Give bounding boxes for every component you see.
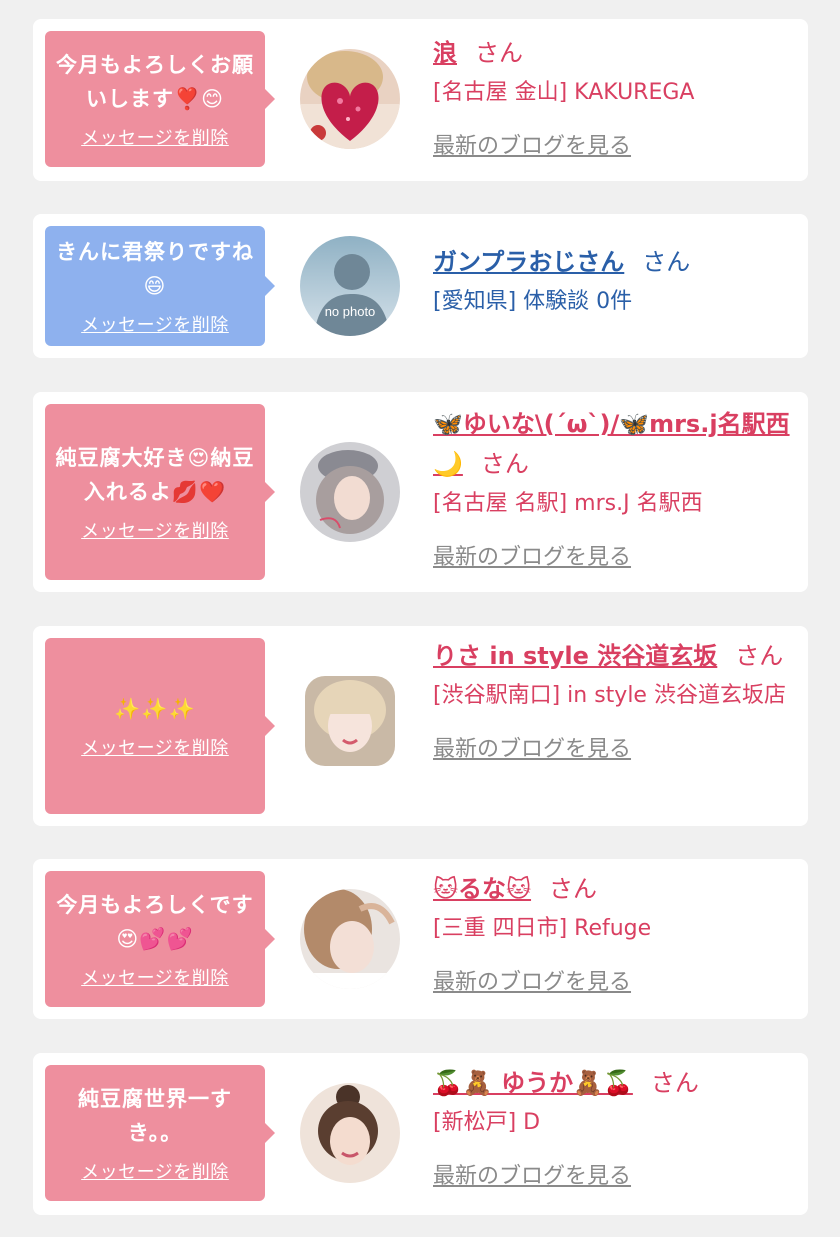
delete-message-link[interactable]: メッセージを削除 <box>81 517 229 543</box>
shop-label: [新松戸] D <box>433 1110 541 1135</box>
message-bubble: 純豆腐大好き😍納豆入れるよ💋❤️ メッセージを削除 <box>45 404 275 580</box>
shop-label: [愛知県] 体験談 0件 <box>433 289 633 314</box>
message-card: 今月もよろしくです😍💕💕 メッセージを削除 🐱るな🐱 さん [三重 四日市] Re… <box>33 859 808 1019</box>
message-bubble: 今月もよろしくお願いします❣️😊 メッセージを削除 <box>45 31 275 167</box>
avatar[interactable] <box>300 889 400 989</box>
profile-name-link[interactable]: 🍒🧸 ゆうか🧸🍒 <box>433 1069 633 1097</box>
message-card: きんに君祭りですね😄 メッセージを削除 no photo ガンプラおじさんさん <box>33 214 808 358</box>
honorific: さん <box>735 642 784 670</box>
name-line: 🦋ゆいな\(´ω`)/🦋mrs.j名駅西🌙 さん <box>433 404 790 484</box>
honorific: さん <box>642 248 691 276</box>
message-text: 純豆腐世界一すき。。 <box>78 1087 232 1145</box>
message-text: きんに君祭りですね😄 <box>56 240 254 298</box>
delete-message-link[interactable]: メッセージを削除 <box>81 964 229 990</box>
message-card: 純豆腐世界一すき。。 メッセージを削除 🍒🧸 ゆうか🧸🍒 さん [新松戸] D 最… <box>33 1053 808 1215</box>
message-text: 純豆腐大好き😍納豆入れるよ💋❤️ <box>55 446 255 504</box>
message-text: 今月もよろしくです😍💕💕 <box>56 893 254 951</box>
shop-label: [名古屋 金山] KAKUREGA <box>433 80 695 105</box>
girl-photo-icon <box>305 676 395 766</box>
girl-photo-icon <box>300 442 400 542</box>
girl-photo-icon <box>300 889 400 989</box>
latest-blog-link[interactable]: 最新のブログを見る <box>433 538 790 578</box>
delete-message-link[interactable]: メッセージを削除 <box>81 124 229 150</box>
latest-blog-link[interactable]: 最新のブログを見る <box>433 127 790 167</box>
message-text: ✨✨✨ <box>114 697 196 721</box>
name-line: ガンプラおじさん さん <box>433 242 790 282</box>
latest-blog-link[interactable]: 最新のブログを見る <box>433 963 790 1003</box>
avatar[interactable] <box>300 442 400 542</box>
shop-label: [三重 四日市] Refuge <box>433 916 652 941</box>
name-line: 🍒🧸 ゆうか🧸🍒 さん <box>433 1063 790 1103</box>
profile-info: 浪さん [名古屋 金山] KAKUREGA 最新のブログを見る <box>433 33 790 167</box>
profile-name-link[interactable]: 浪 <box>433 39 457 67</box>
honorific: さん <box>549 875 598 903</box>
profile-name-link[interactable]: りさ in style 渋谷道玄坂 <box>433 642 717 670</box>
shop-label: [渋谷駅南口] in style 渋谷道玄坂店 <box>433 683 786 708</box>
profile-info: ガンプラおじさん さん [愛知県] 体験談 0件 <box>433 242 790 322</box>
profile-name-link[interactable]: 🐱るな🐱 <box>433 875 531 903</box>
message-bubble: きんに君祭りですね😄 メッセージを削除 <box>45 226 275 346</box>
message-bubble: ✨✨✨ メッセージを削除 <box>45 638 275 814</box>
honorific: さん <box>480 450 529 478</box>
name-line: りさ in style 渋谷道玄坂 さん <box>433 636 790 676</box>
message-card: ✨✨✨ メッセージを削除 りさ in style 渋谷道玄坂 さん [渋谷駅南口]… <box>33 626 808 826</box>
profile-info: 🍒🧸 ゆうか🧸🍒 さん [新松戸] D 最新のブログを見る <box>433 1063 790 1197</box>
girl-photo-icon <box>300 1083 400 1183</box>
honorific: さん <box>475 39 523 67</box>
avatar[interactable] <box>305 676 395 766</box>
heart-photo-icon <box>300 49 400 149</box>
message-text: 今月もよろしくお願いします❣️😊 <box>56 53 254 111</box>
latest-blog-link[interactable]: 最新のブログを見る <box>433 1157 790 1197</box>
profile-info: りさ in style 渋谷道玄坂 さん [渋谷駅南口] in style 渋谷道… <box>433 636 790 770</box>
delete-message-link[interactable]: メッセージを削除 <box>81 734 229 760</box>
name-line: 浪さん <box>433 33 790 73</box>
profile-info: 🦋ゆいな\(´ω`)/🦋mrs.j名駅西🌙 さん [名古屋 名駅] mrs.J 名… <box>433 404 790 578</box>
shop-label: [名古屋 名駅] mrs.J 名駅西 <box>433 491 703 516</box>
avatar[interactable]: no photo <box>300 236 400 336</box>
latest-blog-link[interactable]: 最新のブログを見る <box>433 730 790 770</box>
profile-name-link[interactable]: ガンプラおじさん <box>433 248 624 276</box>
delete-message-link[interactable]: メッセージを削除 <box>81 1158 229 1184</box>
message-bubble: 純豆腐世界一すき。。 メッセージを削除 <box>45 1065 275 1201</box>
message-list: 今月もよろしくお願いします❣️😊 メッセージを削除 浪さん [名古屋 金山] K… <box>0 0 840 1237</box>
avatar[interactable] <box>300 1083 400 1183</box>
profile-info: 🐱るな🐱 さん [三重 四日市] Refuge 最新のブログを見る <box>433 869 790 1003</box>
message-bubble: 今月もよろしくです😍💕💕 メッセージを削除 <box>45 871 275 1007</box>
no-photo-text: no photo <box>325 304 376 319</box>
no-photo-icon: no photo <box>300 236 400 336</box>
honorific: さん <box>650 1069 699 1097</box>
delete-message-link[interactable]: メッセージを削除 <box>81 311 229 337</box>
avatar[interactable] <box>300 49 400 149</box>
message-card: 純豆腐大好き😍納豆入れるよ💋❤️ メッセージを削除 🦋ゆいな\(´ω`)/🦋mr… <box>33 392 808 592</box>
message-card: 今月もよろしくお願いします❣️😊 メッセージを削除 浪さん [名古屋 金山] K… <box>33 19 808 181</box>
name-line: 🐱るな🐱 さん <box>433 869 790 909</box>
